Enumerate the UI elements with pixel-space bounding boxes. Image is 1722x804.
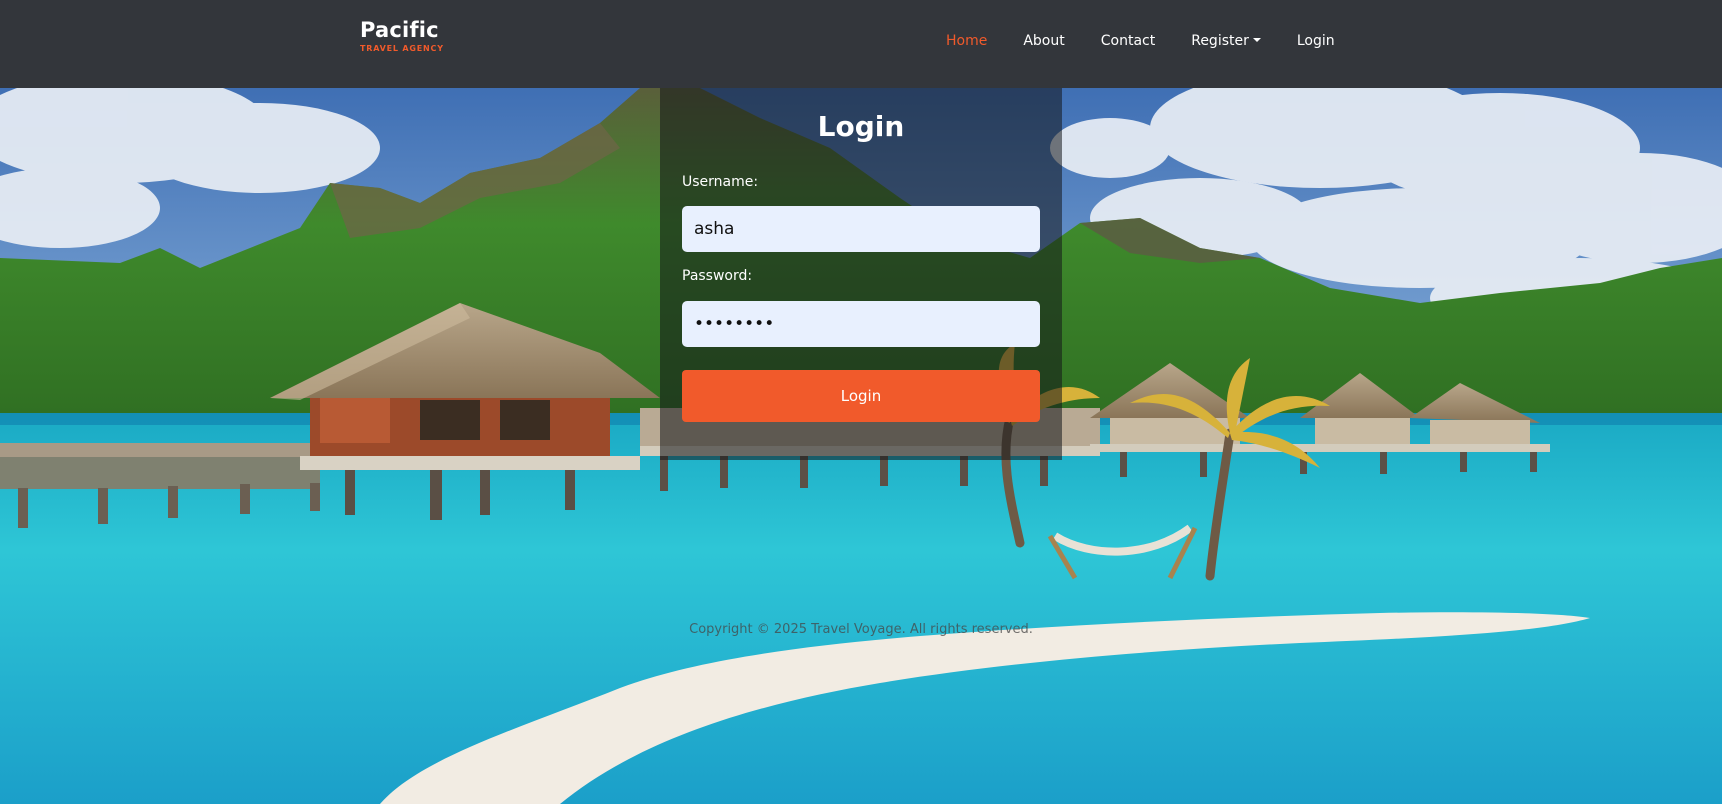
brand-tagline: TRAVEL AGENCY — [360, 44, 444, 53]
nav-item-register[interactable]: Register — [1191, 33, 1261, 49]
login-submit-button[interactable]: Login — [682, 370, 1040, 422]
username-label: Username: — [682, 174, 759, 190]
nav-item-login[interactable]: Login — [1297, 33, 1335, 49]
brand-name: Pacific — [360, 18, 439, 42]
login-panel: Login Username: Password: Login — [660, 88, 1062, 460]
page: Pacific TRAVEL AGENCY Home About Contact… — [0, 0, 1722, 804]
nav-links: Home About Contact Register Login — [946, 31, 1371, 51]
brand-logo[interactable]: Pacific TRAVEL AGENCY — [360, 20, 444, 53]
nav-item-about[interactable]: About — [1023, 33, 1064, 49]
password-label: Password: — [682, 268, 753, 284]
username-input[interactable] — [682, 206, 1040, 252]
top-navbar: Pacific TRAVEL AGENCY Home About Contact… — [0, 0, 1722, 88]
footer-copyright: Copyright © 2025 Travel Voyage. All righ… — [689, 622, 1033, 637]
nav-item-contact[interactable]: Contact — [1101, 33, 1155, 49]
nav-item-home[interactable]: Home — [946, 33, 987, 49]
password-input[interactable] — [682, 301, 1040, 347]
chevron-down-icon — [1252, 38, 1261, 42]
login-title: Login — [817, 110, 905, 143]
nav-item-register-label: Register — [1191, 33, 1249, 49]
